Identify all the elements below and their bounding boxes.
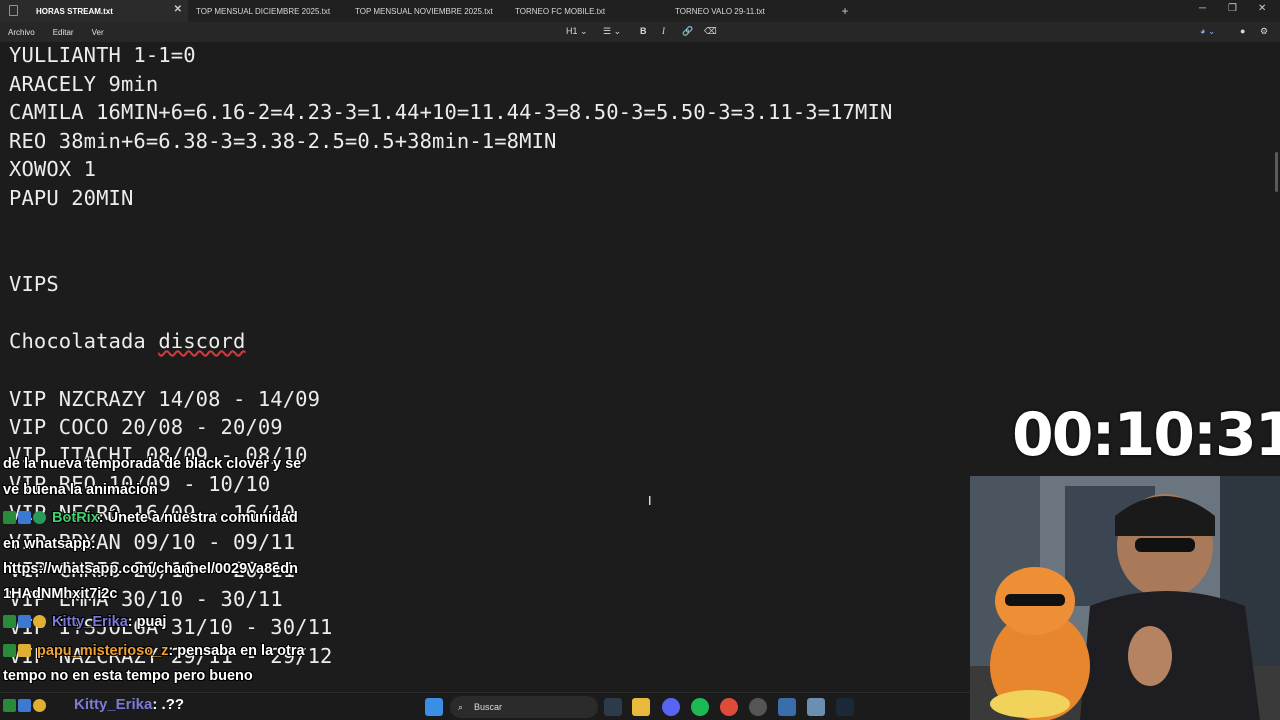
chat-message: ve buena la animacion xyxy=(3,482,158,498)
tab-top-noviembre[interactable]: TOP MENSUAL NOVIEMBRE 2025.txt xyxy=(348,0,508,22)
chat-text: : pensaba en la otra xyxy=(168,643,305,659)
sub-badge-icon xyxy=(18,644,31,657)
chat-username: Kitty_Erika xyxy=(52,614,128,630)
search-placeholder: Buscar xyxy=(474,702,503,712)
steam-icon[interactable] xyxy=(836,698,854,716)
kick-badge-icon xyxy=(3,511,16,524)
notepad-icon xyxy=(9,5,18,16)
windows-start-icon[interactable] xyxy=(425,698,443,716)
gift-badge-icon xyxy=(33,699,46,712)
editor-line: VIP NZCRAZY 14/08 - 14/09 xyxy=(9,387,321,411)
discord-icon[interactable] xyxy=(662,698,680,716)
bold-button[interactable]: B xyxy=(640,26,647,36)
copilot-icon[interactable]: ◕ ⌄ xyxy=(1200,26,1215,37)
tab-bar: HORAS STREAM.txt ✕ TOP MENSUAL DICIEMBRE… xyxy=(0,0,1280,22)
clear-format-icon[interactable]: ⌫ xyxy=(704,26,717,37)
sub-badge-icon xyxy=(18,615,31,628)
tab-label: TORNEO VALO 29-11.txt xyxy=(675,6,765,16)
tab-horas-stream[interactable]: HORAS STREAM.txt ✕ xyxy=(0,0,188,22)
chat-message: de la nueva temporada de black clover y … xyxy=(3,456,302,472)
editor-line: REO 38min+6=6.38-3=3.38-2.5=0.5+38min-1=… xyxy=(9,129,557,153)
stream-timer: 00:10:31 xyxy=(1012,400,1280,470)
kick-badge-icon xyxy=(3,699,16,712)
menu-ver[interactable]: Ver xyxy=(92,28,104,37)
file-explorer-icon[interactable] xyxy=(632,698,650,716)
menu-archivo[interactable]: Archivo xyxy=(8,28,35,37)
italic-button[interactable]: I xyxy=(662,26,665,36)
heading-label: H1 xyxy=(566,26,578,36)
taskbar-search[interactable]: ⌕ Buscar xyxy=(450,696,598,718)
editor-line: VIP COCO 20/08 - 20/09 xyxy=(9,415,283,439)
bot-badge-icon xyxy=(18,511,31,524)
chat-text: : .?? xyxy=(152,696,185,713)
new-tab-button[interactable]: + xyxy=(834,4,856,18)
editor-line: PAPU 20MIN xyxy=(9,186,134,210)
account-icon[interactable]: ● xyxy=(1240,26,1245,36)
chat-username: BotRix xyxy=(52,510,99,526)
misspelled-word[interactable]: discord xyxy=(158,329,245,353)
webcam-feed xyxy=(970,476,1280,720)
kick-badge-icon xyxy=(3,615,16,628)
link-icon[interactable]: 🔗 xyxy=(682,26,693,37)
tab-label: TORNEO FC MOBILE.txt xyxy=(515,6,606,16)
heading-dropdown[interactable]: H1 ⌄ xyxy=(566,26,588,37)
editor-line: XOWOX 1 xyxy=(9,157,97,181)
editor-line: CAMILA 16MIN+6=6.16-2=4.23-3=1.44+10=11.… xyxy=(9,100,893,124)
close-tab-icon[interactable]: ✕ xyxy=(174,4,182,15)
list-icon[interactable]: ☰ ⌄ xyxy=(603,26,621,37)
kick-badge-icon xyxy=(3,644,16,657)
sub-badge-icon xyxy=(18,699,31,712)
webcam-image xyxy=(970,476,1280,720)
editor-line-chocolatada: Chocolatada discord xyxy=(9,329,245,353)
chrome-icon[interactable] xyxy=(720,698,738,716)
settings-icon[interactable]: ⚙ xyxy=(1260,26,1268,37)
tab-torneo-valo[interactable]: TORNEO VALO 29-11.txt xyxy=(668,0,826,22)
editor-line: ARACELY 9min xyxy=(9,72,159,96)
chat-message-botrix: BotRix: Únete a nuestra comunidad xyxy=(3,510,298,526)
close-window-icon[interactable]: ✕ xyxy=(1258,3,1266,14)
tab-top-diciembre[interactable]: TOP MENSUAL DICIEMBRE 2025.txt xyxy=(188,0,348,22)
search-icon: ⌕ xyxy=(458,702,464,712)
chat-username: papu_misterioso_z xyxy=(37,643,169,659)
editor-line: YULLIANTH 1-1=0 xyxy=(9,43,196,67)
editor-word: Chocolatada xyxy=(9,329,159,353)
chat-message-kitty: Kitty_Erika: puaj xyxy=(3,614,166,630)
chat-message: en whatsapp: xyxy=(3,536,96,552)
minimize-icon[interactable]: ─ xyxy=(1199,3,1206,14)
menu-editar[interactable]: Editar xyxy=(53,28,74,37)
tab-label: TOP MENSUAL DICIEMBRE 2025.txt xyxy=(196,6,331,16)
verified-badge-icon xyxy=(33,511,46,524)
tab-label: TOP MENSUAL NOVIEMBRE 2025.txt xyxy=(355,6,493,16)
task-view-icon[interactable] xyxy=(604,698,622,716)
tab-label: HORAS STREAM.txt xyxy=(36,6,113,16)
calculator-icon[interactable] xyxy=(807,698,825,716)
chat-message-papu: papu_misterioso_z: pensaba en la otra xyxy=(3,643,305,659)
gift-badge-icon xyxy=(33,615,46,628)
app-icon[interactable] xyxy=(749,698,767,716)
chat-link[interactable]: https://whatsapp.com/channel/0029Va8edn xyxy=(3,561,298,577)
screen: HORAS STREAM.txt ✕ TOP MENSUAL DICIEMBRE… xyxy=(0,0,1280,720)
text-cursor-icon: I xyxy=(648,494,652,508)
tab-torneo-fc[interactable]: TORNEO FC MOBILE.txt xyxy=(508,0,668,22)
menu-bar: Archivo Editar Ver H1 ⌄ ☰ ⌄ B I 🔗 ⌫ ◕ ⌄ … xyxy=(0,22,1280,42)
chat-text: : Únete a nuestra comunidad xyxy=(98,510,298,526)
editor-line: VIPS xyxy=(9,272,59,296)
chat-username: Kitty_Erika xyxy=(74,696,153,713)
chat-badges-bottom xyxy=(3,697,48,715)
chat-link[interactable]: 1HAdNMhxit7i2c xyxy=(3,586,117,602)
scrollbar[interactable] xyxy=(1275,152,1278,192)
chat-message: tempo no en esta tempo pero bueno xyxy=(3,668,253,684)
chat-text: : puaj xyxy=(127,614,167,630)
chat-message-bottom: Kitty_Erika: .?? xyxy=(74,696,184,713)
maximize-icon[interactable]: ❐ xyxy=(1228,3,1237,14)
spotify-icon[interactable] xyxy=(691,698,709,716)
notepad-taskbar-icon[interactable] xyxy=(778,698,796,716)
